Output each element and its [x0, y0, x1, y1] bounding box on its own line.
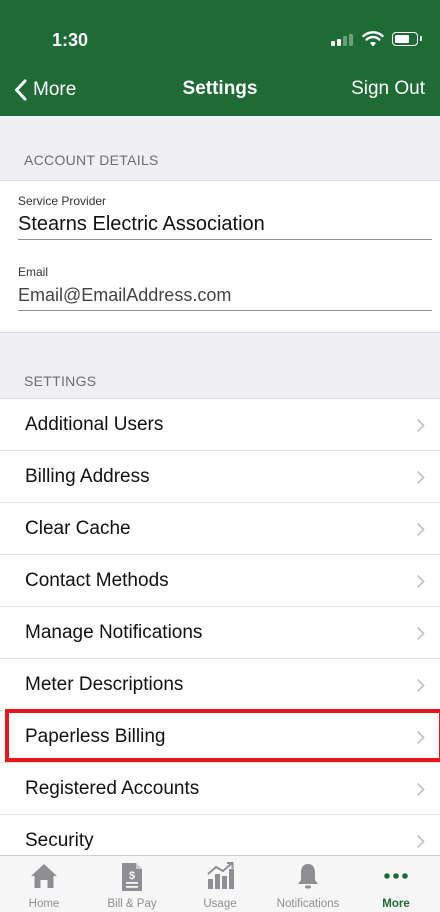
- bell-icon: [298, 864, 318, 889]
- chevron-right-icon: [416, 626, 425, 641]
- chevron-right-icon: [416, 834, 425, 849]
- chevron-left-icon: [15, 79, 27, 101]
- wifi-icon: [362, 31, 384, 47]
- chevron-right-icon: [416, 574, 425, 589]
- settings-item-label: Paperless Billing: [25, 726, 166, 747]
- service-provider-label: Service Provider: [18, 194, 107, 208]
- settings-item-meter-descriptions[interactable]: Meter Descriptions: [0, 659, 440, 711]
- account-details-card: Service Provider Stearns Electric Associ…: [0, 180, 440, 333]
- settings-item-clear-cache[interactable]: Clear Cache: [0, 503, 440, 555]
- settings-list: Additional Users Billing Address Clear C…: [0, 398, 440, 867]
- page-title: Settings: [182, 78, 258, 99]
- settings-item-manage-notifications[interactable]: Manage Notifications: [0, 607, 440, 659]
- svg-text:$: $: [129, 870, 135, 882]
- chevron-right-icon: [416, 730, 425, 745]
- battery-icon: [392, 32, 422, 46]
- settings-item-label: Registered Accounts: [25, 778, 200, 799]
- service-provider-field: Service Provider Stearns Electric Associ…: [18, 193, 432, 240]
- tab-bill-pay[interactable]: $ Bill & Pay: [88, 856, 176, 912]
- settings-item-label: Billing Address: [25, 466, 150, 487]
- settings-item-label: Meter Descriptions: [25, 674, 184, 695]
- sign-out-button[interactable]: Sign Out: [351, 78, 425, 100]
- settings-item-paperless-billing[interactable]: Paperless Billing: [0, 711, 440, 763]
- settings-item-label: Additional Users: [25, 414, 164, 435]
- tab-label: More: [382, 898, 410, 910]
- service-provider-value: Stearns Electric Association: [18, 213, 265, 235]
- back-button[interactable]: More: [14, 76, 76, 104]
- settings-item-label: Security: [25, 830, 94, 851]
- settings-item-label: Clear Cache: [25, 518, 131, 539]
- usage-icon: [207, 862, 234, 889]
- email-value: Email@EmailAddress.com: [18, 285, 232, 305]
- tab-more[interactable]: More: [352, 856, 440, 912]
- tab-label: Usage: [203, 898, 237, 910]
- settings-header-label: SETTINGS: [24, 373, 97, 389]
- settings-item-label: Contact Methods: [25, 570, 169, 591]
- tab-usage[interactable]: Usage: [176, 856, 264, 912]
- status-time: 1:30: [52, 30, 89, 50]
- back-label: More: [33, 79, 77, 100]
- bill-icon: $: [122, 863, 142, 891]
- tab-home[interactable]: Home: [0, 856, 88, 912]
- chevron-right-icon: [416, 678, 425, 693]
- account-details-header-label: ACCOUNT DETAILS: [24, 152, 159, 168]
- tab-label: Bill & Pay: [107, 898, 157, 910]
- chevron-right-icon: [416, 470, 425, 485]
- signal-icon: [331, 34, 353, 46]
- chevron-right-icon: [416, 522, 425, 537]
- more-icon: [384, 873, 408, 879]
- tab-notifications[interactable]: Notifications: [264, 856, 352, 912]
- settings-item-billing-address[interactable]: Billing Address: [0, 451, 440, 503]
- settings-item-label: Manage Notifications: [25, 622, 203, 643]
- settings-item-contact-methods[interactable]: Contact Methods: [0, 555, 440, 607]
- tab-label: Home: [28, 898, 60, 910]
- app-header: 1:30 More Settings Sign Out: [0, 0, 440, 116]
- status-bar: 1:30: [0, 0, 440, 62]
- chevron-right-icon: [416, 782, 425, 797]
- email-field: Email Email@EmailAddress.com: [18, 264, 432, 311]
- home-icon: [31, 864, 57, 888]
- settings-item-additional-users[interactable]: Additional Users: [0, 399, 440, 451]
- tab-bar: Home $ Bill & Pay Usage Notifications Mo…: [0, 855, 440, 912]
- email-label: Email: [18, 265, 49, 279]
- chevron-right-icon: [416, 418, 425, 433]
- settings-item-registered-accounts[interactable]: Registered Accounts: [0, 763, 440, 815]
- tab-label: Notifications: [276, 898, 340, 910]
